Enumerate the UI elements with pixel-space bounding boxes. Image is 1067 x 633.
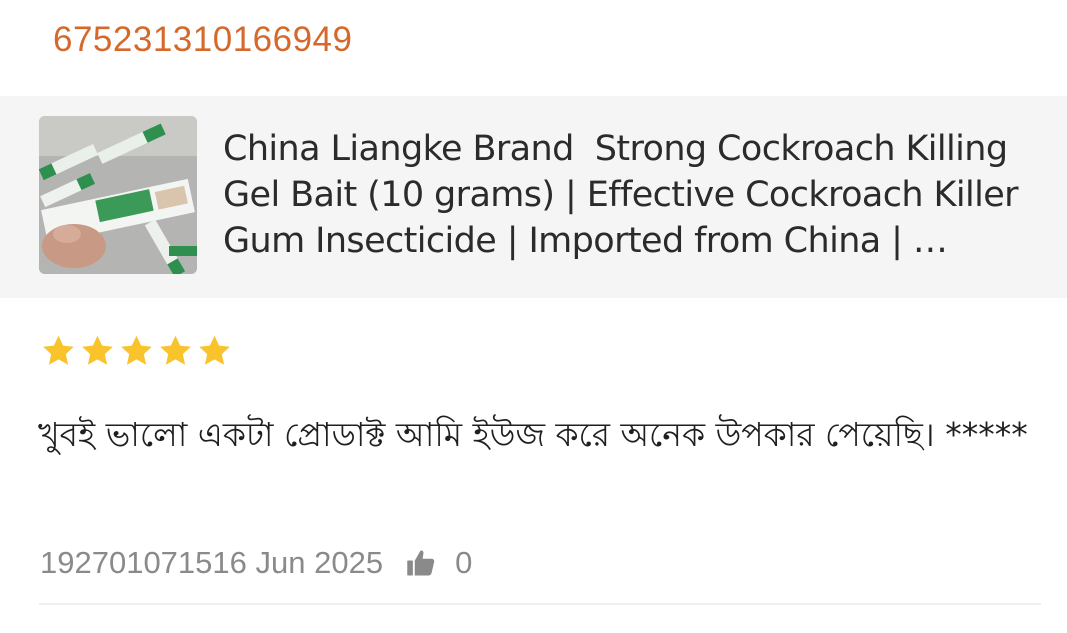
thumbs-up-icon: [407, 550, 435, 576]
order-id: 675231310166949: [53, 20, 353, 59]
product-card[interactable]: China Liangke Brand Strong Cockroach Kil…: [0, 96, 1067, 298]
product-title[interactable]: China Liangke Brand Strong Cockroach Kil…: [223, 126, 1043, 264]
product-photo-icon: [39, 116, 197, 274]
review-meta: 192701071516 Jun 2025 0: [40, 545, 472, 581]
star-icon: [43, 335, 74, 365]
review-date: 192701071516 Jun 2025: [40, 545, 384, 580]
divider: [39, 603, 1041, 605]
star-icon: [121, 335, 152, 365]
star-icon: [199, 335, 230, 365]
review-text: খুবই ভালো একটা প্রোডাক্ট আমি ইউজ করে অনে…: [38, 415, 1028, 454]
product-thumbnail[interactable]: [39, 116, 197, 274]
like-button[interactable]: [405, 548, 437, 578]
like-count: 0: [455, 545, 473, 580]
rating-stars: [40, 333, 233, 369]
star-icon: [160, 335, 191, 365]
star-icon: [82, 335, 113, 365]
